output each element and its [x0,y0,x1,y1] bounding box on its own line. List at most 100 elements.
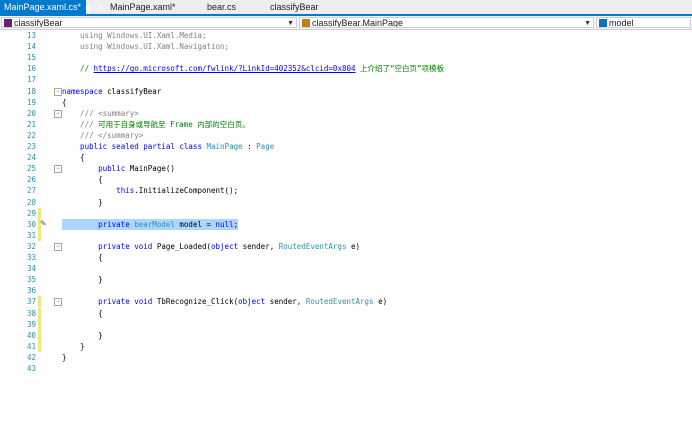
tab-mainpage-xaml[interactable]: MainPage.xaml* [110,0,176,14]
code-line[interactable]: 29 [0,207,692,219]
code-line[interactable]: 22 /// </summary> [0,130,692,141]
line-number: 18 [26,86,36,96]
code-text: { [62,97,67,108]
change-marker [38,229,41,241]
fold-toggle-icon[interactable]: − [54,165,62,174]
code-line[interactable]: 19 { [0,97,692,108]
code-line[interactable]: 33 { [0,252,692,263]
line-number: 42 [26,352,36,362]
change-marker [38,340,41,352]
code-text: { [62,308,103,319]
code-token: bearModel [134,219,175,229]
fold-toggle-icon[interactable]: − [54,87,62,96]
code-line[interactable]: 42} [0,352,692,363]
code-line[interactable]: 31 [0,229,692,241]
code-token: <summary> [98,108,139,118]
code-token: // [62,64,94,74]
code-token: 上介绍了“空白页”项模板 [355,64,445,74]
code-line[interactable]: 24 { [0,152,692,163]
document-tab-bar: MainPage.xaml.cs* ⊕ ✕ MainPage.xaml* bear.… [0,0,692,16]
code-token: RoutedEventArgs [278,241,347,251]
code-token: MainPage [206,142,243,151]
fold-toggle-icon[interactable]: − [54,109,62,118]
code-line[interactable]: 38 { [0,307,692,319]
code-line[interactable]: 13 using Windows.UI.Xaml.Media; [0,30,692,41]
line-number: 41 [26,341,36,351]
code-text: { [62,152,85,163]
line-number: 15 [26,53,36,63]
code-token: object [211,241,239,251]
code-line[interactable]: 16 // https://go.microsoft.com/fwlink/?L… [0,63,692,74]
fold-toggle-icon[interactable]: − [54,298,62,307]
tab-classifybear[interactable]: classifyBear [270,0,319,14]
code-line[interactable]: 27 this.InitializeComponent(); [0,185,692,196]
code-line[interactable]: 28 } [0,197,692,208]
code-text: namespace classifyBear [62,86,161,97]
tab-bear-cs[interactable]: bear.cs [207,0,236,14]
code-line[interactable]: 17 [0,74,692,85]
code-line[interactable]: 37 − private void TbRecognize_Click(objec… [0,296,692,308]
code-token: this [62,186,135,196]
line-number: 26 [26,175,36,185]
quick-action-icon[interactable]: ✎ [40,219,47,228]
code-text: // https://go.microsoft.com/fwlink/?Link… [62,63,444,74]
code-line[interactable]: 25 − public MainPage() [0,163,692,174]
code-token: sender, [265,297,306,307]
code-line[interactable]: 15 [0,52,692,63]
code-token: { [62,97,67,107]
code-line[interactable]: 43 [0,363,692,374]
code-line[interactable]: 40 } [0,329,692,341]
line-number: 32 [26,241,36,251]
code-line[interactable]: 18 − namespace classifyBear [0,86,692,97]
type-dropdown[interactable]: classifyBear.MainPage ▼ [299,17,594,28]
line-number: 24 [26,153,36,163]
code-token: private void [62,241,157,251]
code-line[interactable]: 26 { [0,174,692,185]
code-text: } [62,274,103,285]
tab-label: bear.cs [207,2,237,12]
code-text: private void TbRecognize_Click(object se… [62,296,387,307]
code-line[interactable]: 34 [0,263,692,274]
code-line[interactable]: 41 } [0,340,692,352]
code-token: private [62,219,135,229]
code-text: /// 可用于自身或导航至 Frame 内部的空白页。 [62,119,250,130]
code-token: .InitializeComponent(); [134,186,239,196]
code-line[interactable]: 35 } [0,274,692,285]
code-line[interactable]: 39 [0,318,692,330]
line-number: 13 [26,31,36,40]
type-dropdown-value: classifyBear.MainPage [312,18,404,28]
line-number: 33 [26,253,36,262]
chevron-down-icon[interactable]: ▼ [584,18,591,27]
tab-label: MainPage.xaml* [110,2,176,12]
code-text: } [62,197,103,208]
pin-icon[interactable]: ⊕ [85,3,92,12]
project-dropdown[interactable]: classifyBear ▼ [1,17,297,28]
code-text: /// </summary> [62,130,143,141]
line-number: 20 [26,108,36,118]
line-number: 38 [26,308,36,318]
code-token: } [62,275,103,285]
code-line[interactable]: 36 [0,285,692,296]
code-text: private void Page_Loaded(object sender, … [62,241,360,252]
code-line[interactable]: 14 using Windows.UI.Xaml.Navigation; [0,41,692,52]
code-line[interactable]: 23 public sealed partial class MainPage … [0,141,692,152]
chevron-down-icon[interactable]: ▼ [287,18,294,27]
code-editor[interactable]: 13 using Windows.UI.Xaml.Media; 14 using … [0,30,692,443]
code-token: using Windows.UI.Xaml.Navigation; [62,42,230,52]
code-line[interactable]: 30 ✎ private bearModel model = null; [0,218,692,230]
tab-mainpage-xaml-cs[interactable]: MainPage.xaml.cs* ⊕ ✕ [0,0,104,14]
line-number: 43 [26,364,36,373]
code-line[interactable]: 21 /// 可用于自身或导航至 Frame 内部的空白页。 [0,119,692,130]
code-line[interactable]: 20 − /// <summary> [0,108,692,119]
navigation-bar: classifyBear ▼ classifyBear.MainPage ▼ m… [0,16,692,30]
code-text: /// <summary> [62,108,139,119]
change-marker [38,207,41,219]
code-text: } [62,352,67,363]
close-icon[interactable]: ✕ [98,3,105,12]
fold-toggle-icon[interactable]: − [54,242,62,251]
code-line[interactable]: 32 − private void Page_Loaded(object send… [0,241,692,252]
code-token: null [215,219,234,229]
code-token: /// [62,119,99,129]
code-token: namespace [62,86,103,96]
member-dropdown[interactable]: model [596,17,691,28]
